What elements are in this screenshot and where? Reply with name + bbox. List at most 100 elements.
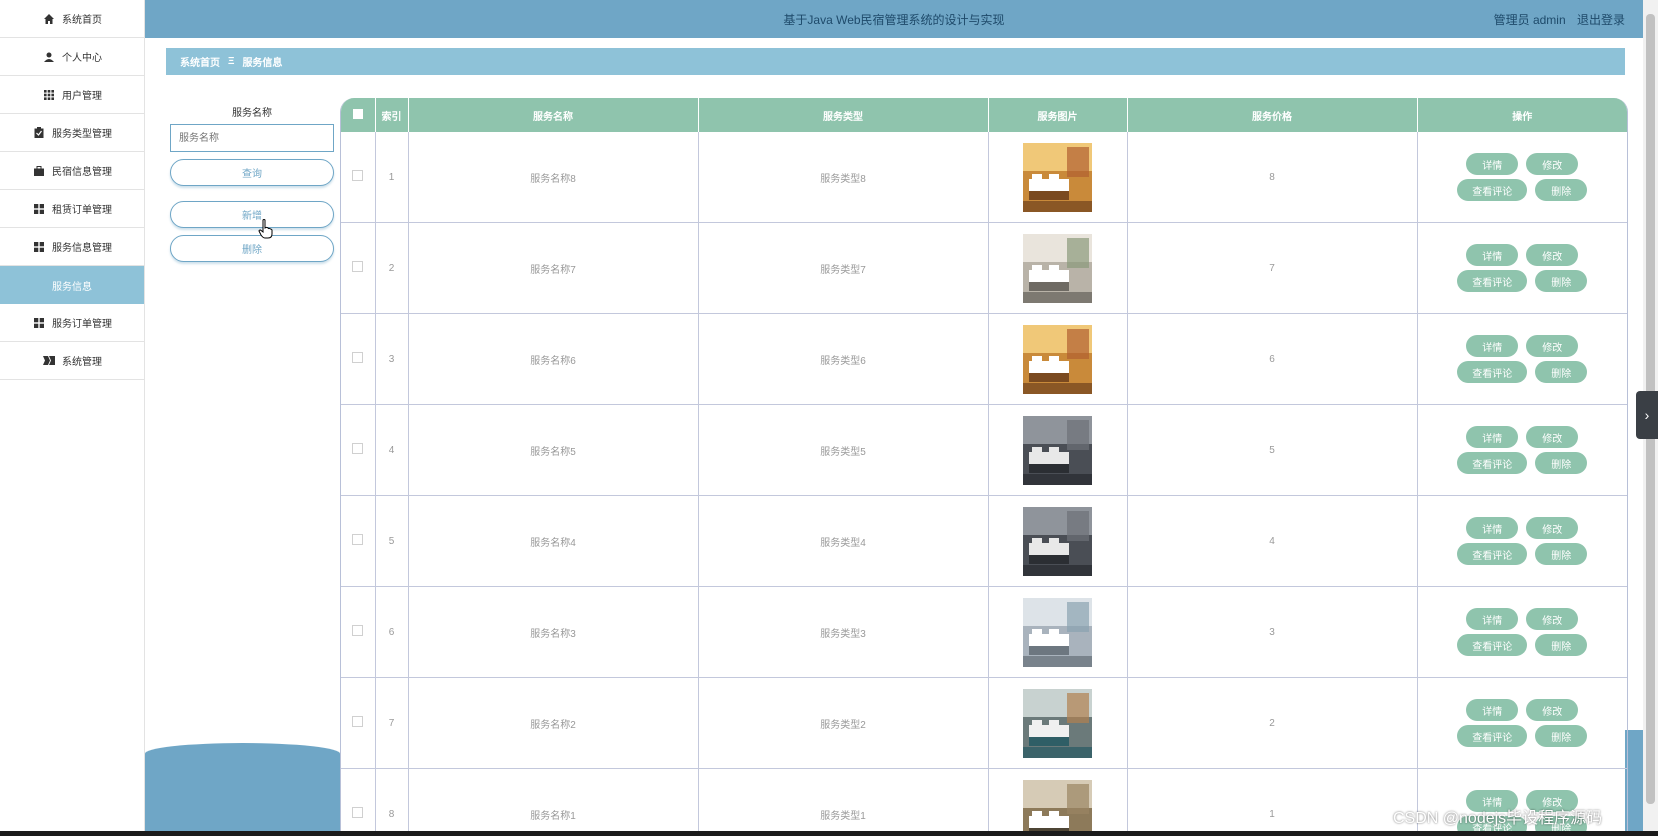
breadcrumb-home[interactable]: 系统首页: [180, 54, 220, 69]
service-image[interactable]: [1023, 597, 1092, 667]
row-select-cell[interactable]: [341, 313, 376, 405]
sidebar-item-home[interactable]: 系统首页: [0, 0, 144, 38]
service-image-cell: [988, 495, 1128, 587]
row-checkbox[interactable]: [352, 352, 364, 363]
service-price-cell: 2: [1127, 677, 1418, 769]
row-delete-button[interactable]: 删除: [1535, 179, 1588, 201]
app-title: 基于Java Web民宿管理系统的设计与实现: [783, 13, 1005, 27]
service-image[interactable]: [1023, 688, 1092, 758]
service-image[interactable]: [1023, 233, 1092, 303]
row-checkbox[interactable]: [352, 261, 364, 272]
select-all-checkbox[interactable]: [352, 108, 363, 119]
edit-button[interactable]: 修改: [1526, 335, 1579, 357]
service-price-cell: 7: [1127, 222, 1418, 314]
edit-button[interactable]: 修改: [1526, 608, 1579, 630]
chevron-right-icon[interactable]: ›: [1636, 391, 1658, 439]
edit-button[interactable]: 修改: [1526, 699, 1579, 721]
row-checkbox[interactable]: [352, 534, 364, 545]
table-row: 1 服务名称8 服务类型8 8 详情 修改 查看评论 删除: [341, 132, 1627, 223]
service-image[interactable]: [1023, 506, 1092, 576]
row-actions-line: 查看评论 删除: [1457, 725, 1588, 747]
row-delete-button[interactable]: 删除: [1535, 270, 1588, 292]
detail-button[interactable]: 详情: [1466, 426, 1519, 448]
detail-button[interactable]: 详情: [1466, 699, 1519, 721]
delete-button[interactable]: 删除: [170, 235, 334, 262]
row-checkbox[interactable]: [352, 807, 364, 818]
view-comments-button[interactable]: 查看评论: [1457, 634, 1528, 656]
edit-button[interactable]: 修改: [1526, 426, 1579, 448]
sidebar-item-profile[interactable]: 个人中心: [0, 38, 144, 76]
row-delete-button[interactable]: 删除: [1535, 543, 1588, 565]
detail-button[interactable]: 详情: [1466, 335, 1519, 357]
service-image[interactable]: [1023, 142, 1092, 212]
row-select-cell[interactable]: [341, 404, 376, 496]
index-cell: 5: [375, 495, 409, 587]
watermark: CSDN @nodejs毕设程序源码: [1393, 810, 1603, 827]
row-checkbox[interactable]: [352, 716, 364, 727]
service-price-cell: 4: [1127, 495, 1418, 587]
user-icon: [42, 51, 56, 63]
column-header: 操作: [1417, 98, 1627, 132]
detail-button[interactable]: 详情: [1466, 153, 1519, 175]
sidebar-item-service-info-mgmt[interactable]: 服务信息管理: [0, 228, 144, 266]
row-checkbox[interactable]: [352, 170, 364, 181]
row-select-cell[interactable]: [341, 677, 376, 769]
view-comments-button[interactable]: 查看评论: [1457, 543, 1528, 565]
row-checkbox[interactable]: [352, 625, 364, 636]
search-input[interactable]: [170, 124, 334, 152]
query-button[interactable]: 查询: [170, 159, 334, 186]
row-actions-line: 详情 修改: [1466, 153, 1579, 175]
add-button[interactable]: 新增: [170, 201, 334, 228]
apps-icon: [32, 203, 46, 215]
row-delete-button[interactable]: 删除: [1535, 725, 1588, 747]
sidebar: 系统首页 个人中心 用户管理 服务类型管理 民宿信息管理 租赁订单管理 服务信息…: [0, 0, 145, 831]
edit-button[interactable]: 修改: [1526, 153, 1579, 175]
view-comments-button[interactable]: 查看评论: [1457, 179, 1528, 201]
sidebar-item-service-info[interactable]: 服务信息: [0, 266, 144, 304]
row-actions-line: 详情 修改: [1466, 335, 1579, 357]
row-actions: 详情 修改 查看评论 删除: [1418, 699, 1628, 747]
row-delete-button[interactable]: 删除: [1535, 634, 1588, 656]
row-checkbox[interactable]: [352, 443, 364, 454]
row-select-cell[interactable]: [341, 495, 376, 587]
row-actions: 详情 修改 查看评论 删除: [1418, 517, 1628, 565]
service-image-cell: [988, 768, 1128, 832]
index-cell: 6: [375, 586, 409, 678]
service-image[interactable]: [1023, 324, 1092, 394]
detail-button[interactable]: 详情: [1466, 517, 1519, 539]
sidebar-item-service-orders[interactable]: 服务订单管理: [0, 304, 144, 342]
service-type-cell: 服务类型6: [698, 313, 989, 405]
service-type-cell: 服务类型1: [698, 768, 989, 831]
service-image[interactable]: [1023, 415, 1092, 485]
sidebar-item-service-types[interactable]: 服务类型管理: [0, 114, 144, 152]
logout-link[interactable]: 退出登录: [1577, 13, 1625, 27]
sidebar-item-system[interactable]: 系统管理: [0, 342, 144, 380]
actions-cell: 详情 修改 查看评论 删除: [1417, 222, 1627, 314]
sidebar-item-rental-orders[interactable]: 租赁订单管理: [0, 190, 144, 228]
sidebar-item-users[interactable]: 用户管理: [0, 76, 144, 114]
sidebar-item-homestays[interactable]: 民宿信息管理: [0, 152, 144, 190]
select-all-cell[interactable]: [341, 98, 376, 132]
service-name-cell: 服务名称7: [408, 222, 699, 314]
row-actions: 详情 修改 查看评论 删除: [1418, 426, 1628, 474]
service-image[interactable]: [1023, 779, 1092, 832]
row-select-cell[interactable]: [341, 222, 376, 314]
apps-icon: [32, 317, 46, 329]
view-comments-button[interactable]: 查看评论: [1457, 452, 1528, 474]
row-actions-line: 详情 修改: [1466, 517, 1579, 539]
row-actions: 详情 修改 查看评论 删除: [1418, 608, 1628, 656]
row-delete-button[interactable]: 删除: [1535, 361, 1588, 383]
row-delete-button[interactable]: 删除: [1535, 452, 1588, 474]
view-comments-button[interactable]: 查看评论: [1457, 725, 1528, 747]
row-select-cell[interactable]: [341, 132, 376, 223]
edit-button[interactable]: 修改: [1526, 244, 1579, 266]
sidebar-item-label: 服务类型管理: [52, 129, 112, 140]
view-comments-button[interactable]: 查看评论: [1457, 270, 1528, 292]
detail-button[interactable]: 详情: [1466, 244, 1519, 266]
row-select-cell[interactable]: [341, 586, 376, 678]
row-select-cell[interactable]: [341, 768, 376, 831]
edit-button[interactable]: 修改: [1526, 517, 1579, 539]
service-price-cell: 1: [1127, 768, 1418, 831]
view-comments-button[interactable]: 查看评论: [1457, 361, 1528, 383]
detail-button[interactable]: 详情: [1466, 608, 1519, 630]
